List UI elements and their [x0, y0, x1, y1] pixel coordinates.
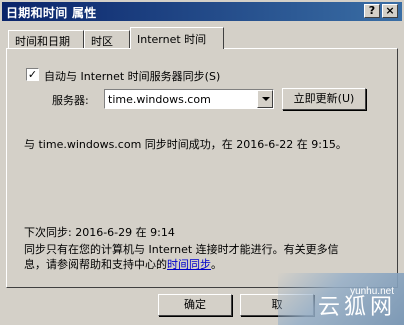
tab-internet-time[interactable]: Internet 时间 — [130, 27, 224, 49]
title-bar[interactable]: 日期和时间 属性 ? × — [2, 2, 402, 21]
server-select[interactable]: time.windows.com — [104, 89, 274, 109]
sync-info-line2: 息，请参阅帮助和支持中心的时间同步。 — [24, 256, 222, 272]
help-button[interactable]: ? — [364, 4, 380, 18]
tab-time-and-date[interactable]: 时间和日期 — [8, 30, 84, 48]
ok-button[interactable]: 确定 — [158, 294, 232, 316]
auto-sync-label[interactable]: 自动与 Internet 时间服务器同步(S) — [44, 68, 220, 84]
tab-time-zone[interactable]: 时区 — [84, 30, 130, 48]
server-label: 服务器: — [52, 94, 89, 107]
sync-status-message: 与 time.windows.com 同步时间成功，在 2016-6-22 在 … — [24, 138, 347, 151]
sync-info-prefix: 息，请参阅帮助和支持中心的 — [24, 258, 167, 271]
window-title: 日期和时间 属性 — [6, 6, 97, 20]
next-sync-text: 下次同步: 2016-6-29 在 9:14 — [24, 226, 175, 239]
watermark-logo-text: 云狐网 — [317, 295, 396, 320]
server-value: time.windows.com — [108, 93, 211, 106]
sync-info-suffix: 。 — [211, 258, 222, 271]
dialog-window: 日期和时间 属性 ? × 时间和日期 时区 Internet 时间 ✓ 自动与 … — [0, 0, 404, 325]
dropdown-arrow-icon[interactable] — [257, 90, 273, 108]
update-now-button[interactable]: 立即更新(U) — [282, 88, 366, 110]
sync-info-line1: 同步只有在您的计算机与 Internet 连接时才能进行。有关更多信 — [24, 243, 339, 256]
auto-sync-checkbox[interactable]: ✓ — [26, 68, 39, 81]
close-button[interactable]: × — [382, 4, 398, 18]
time-sync-link[interactable]: 时间同步 — [167, 258, 211, 271]
